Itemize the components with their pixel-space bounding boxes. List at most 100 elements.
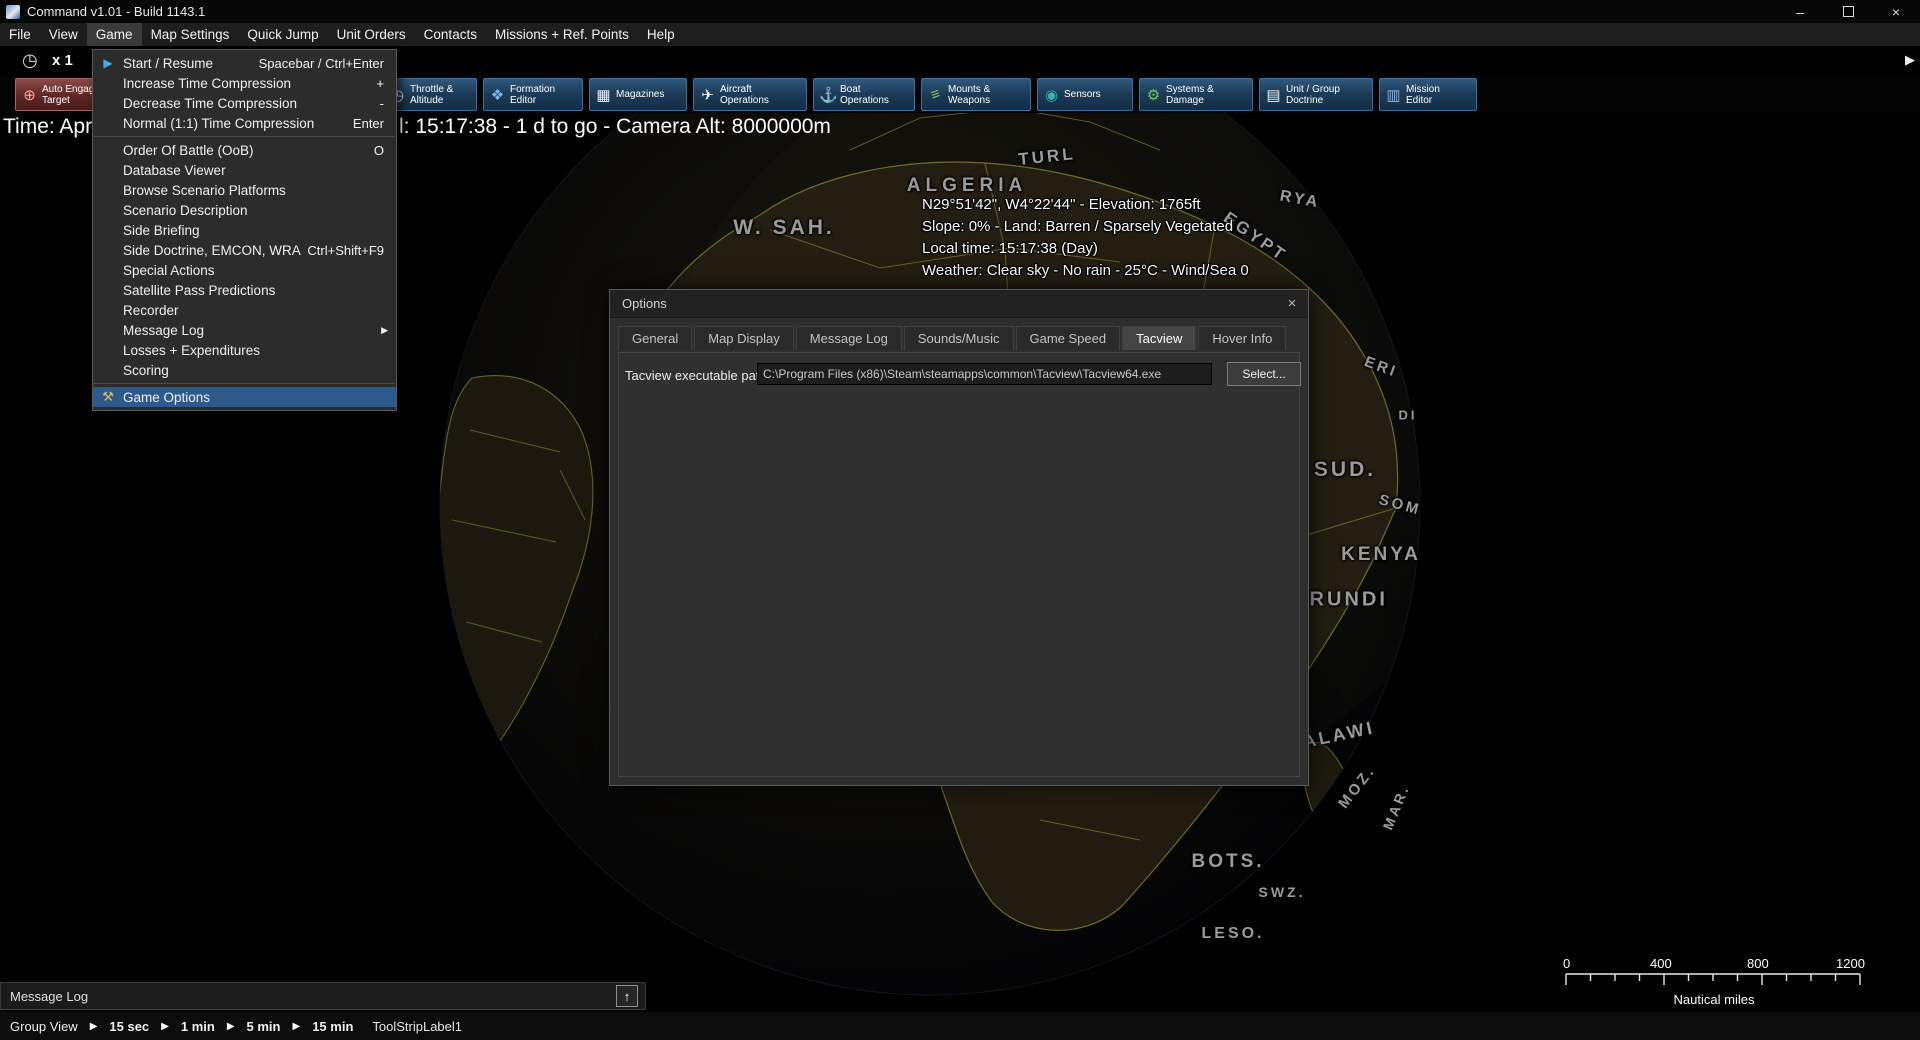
menu-item-label: Message Log	[123, 323, 381, 338]
menu-item-label: Scenario Description	[123, 203, 396, 218]
toolbar-button-throttle-altitude[interactable]: ◷ Throttle &Altitude	[383, 78, 477, 111]
menu-item-label: Increase Time Compression	[123, 76, 376, 91]
tab-tacview[interactable]: Tacview	[1122, 326, 1196, 350]
tacview-path-label: Tacview executable path:	[625, 368, 770, 383]
tab-message-log[interactable]: Message Log	[796, 326, 902, 350]
menu-item-increase-time-compression[interactable]: Increase Time Compression +	[93, 73, 396, 93]
title-bar: Command v1.01 - Build 1143.1 – ×	[0, 0, 1920, 23]
minimize-button[interactable]: –	[1776, 0, 1824, 23]
minimize-icon: –	[1796, 4, 1804, 20]
toolbar-button-systems-damage[interactable]: ⚙ Systems &Damage	[1139, 78, 1253, 111]
button-label: Aircraft	[720, 84, 769, 95]
menu-item-message-log[interactable]: Message Log ▶	[93, 320, 396, 340]
menu-item-scoring[interactable]: Scoring	[93, 360, 396, 380]
select-path-button[interactable]: Select...	[1227, 362, 1301, 386]
button-label: Operations	[720, 95, 769, 106]
options-dialog-close-button[interactable]: ×	[1276, 295, 1308, 312]
tool-strip-label: ToolStripLabel1	[372, 1019, 462, 1034]
menu-game[interactable]: Game	[87, 23, 142, 46]
menu-contacts[interactable]: Contacts	[415, 23, 486, 46]
tools-icon: ⚒	[93, 389, 123, 405]
scale-tick-label: 800	[1747, 956, 1769, 971]
menu-item-order-of-battle[interactable]: Order Of Battle (OoB) O	[93, 140, 396, 160]
options-dialog: Options × General Map Display Message Lo…	[609, 289, 1309, 786]
preset-15-min-button[interactable]: 15 min	[312, 1019, 353, 1034]
toolbar-button-boat-operations[interactable]: ⚓ BoatOperations	[813, 78, 915, 111]
close-button[interactable]: ×	[1872, 0, 1920, 23]
menu-item-shortcut: Ctrl+Shift+F9	[307, 243, 396, 258]
button-label: Altitude	[410, 95, 453, 106]
button-label: Editor	[510, 95, 555, 106]
panel-collapse-icon[interactable]: ▶	[1905, 52, 1915, 68]
button-label: Sensors	[1064, 89, 1101, 100]
tab-hover-info[interactable]: Hover Info	[1198, 326, 1286, 350]
options-dialog-titlebar[interactable]: Options ×	[610, 290, 1308, 318]
clock-icon[interactable]: ◷	[22, 50, 38, 71]
sensors-icon: ◉	[1043, 86, 1060, 104]
group-view-button[interactable]: Group View	[10, 1019, 78, 1034]
menu-item-normal-time-compression[interactable]: Normal (1:1) Time Compression Enter	[93, 113, 396, 133]
tab-general[interactable]: General	[618, 326, 692, 350]
bottom-toolstrip: Group View ▶ 15 sec ▶ 1 min ▶ 5 min ▶ 15…	[0, 1012, 1920, 1040]
menu-missions-ref-points[interactable]: Missions + Ref. Points	[486, 23, 638, 46]
maximize-button[interactable]	[1824, 0, 1872, 23]
toolbar-button-mounts-weapons[interactable]: ≡ Mounts &Weapons	[921, 78, 1031, 111]
scenario-time-text: Time: Apr	[3, 115, 92, 139]
map-info-weather: Weather: Clear sky - No rain - 25°C - Wi…	[922, 260, 1249, 282]
menu-item-side-briefing[interactable]: Side Briefing	[93, 220, 396, 240]
menu-quick-jump[interactable]: Quick Jump	[238, 23, 327, 46]
menu-item-satellite-pass-predictions[interactable]: Satellite Pass Predictions	[93, 280, 396, 300]
menu-item-decrease-time-compression[interactable]: Decrease Time Compression -	[93, 93, 396, 113]
menu-item-recorder[interactable]: Recorder	[93, 300, 396, 320]
menu-item-database-viewer[interactable]: Database Viewer	[93, 160, 396, 180]
menu-item-browse-scenario-platforms[interactable]: Browse Scenario Platforms	[93, 180, 396, 200]
menu-bar: File View Game Map Settings Quick Jump U…	[0, 23, 1920, 47]
menu-view[interactable]: View	[40, 23, 87, 46]
toolbar-button-formation-editor[interactable]: ❖ FormationEditor	[483, 78, 583, 111]
menu-file[interactable]: File	[0, 23, 40, 46]
scale-tick-label: 0	[1563, 956, 1570, 971]
button-label: Formation	[510, 84, 555, 95]
map-label: KENYA	[1341, 544, 1421, 566]
map-label: W. SAH.	[733, 216, 835, 240]
close-icon: ×	[1288, 295, 1297, 312]
menu-item-game-options[interactable]: ⚒ Game Options	[93, 387, 396, 407]
toolbar-button-sensors[interactable]: ◉ Sensors	[1037, 78, 1133, 111]
tacview-path-input[interactable]	[757, 363, 1212, 385]
toolbar-button-unit-group-doctrine[interactable]: ▤ Unit / GroupDoctrine	[1259, 78, 1373, 111]
preset-5-min-button[interactable]: 5 min	[247, 1019, 281, 1034]
toolbar-button-aircraft-operations[interactable]: ✈ AircraftOperations	[693, 78, 807, 111]
message-log-expand-button[interactable]: ↑	[616, 985, 638, 1007]
mission-editor-icon: ▥	[1385, 86, 1402, 104]
boat-icon: ⚓	[819, 86, 836, 104]
preset-1-min-button[interactable]: 1 min	[181, 1019, 215, 1034]
tab-game-speed[interactable]: Game Speed	[1016, 326, 1121, 350]
triangle-icon: ▶	[227, 1021, 235, 1032]
menu-unit-orders[interactable]: Unit Orders	[328, 23, 415, 46]
button-label: Throttle &	[410, 84, 453, 95]
toolbar-button-mission-editor[interactable]: ▥ MissionEditor	[1379, 78, 1477, 111]
button-label: Magazines	[616, 89, 664, 100]
map-label: LESO.	[1201, 925, 1264, 943]
options-dialog-title: Options	[610, 296, 667, 311]
tab-map-display[interactable]: Map Display	[694, 326, 794, 350]
menu-separator	[94, 136, 395, 137]
preset-15-sec-button[interactable]: 15 sec	[109, 1019, 149, 1034]
menu-item-losses-expenditures[interactable]: Losses + Expenditures	[93, 340, 396, 360]
menu-item-scenario-description[interactable]: Scenario Description	[93, 200, 396, 220]
tab-sounds-music[interactable]: Sounds/Music	[904, 326, 1014, 350]
app-icon	[6, 5, 20, 19]
menu-help[interactable]: Help	[638, 23, 684, 46]
menu-map-settings[interactable]: Map Settings	[142, 23, 239, 46]
menu-item-side-doctrine-emcon-wra[interactable]: Side Doctrine, EMCON, WRA Ctrl+Shift+F9	[93, 240, 396, 260]
toolbar-button-magazines[interactable]: ▦ Magazines	[589, 78, 687, 111]
app-window: TURL ALGERIA W. SAH. RYA EGYPT ERI DI SU…	[0, 0, 1920, 1040]
menu-item-special-actions[interactable]: Special Actions	[93, 260, 396, 280]
menu-item-label: Scoring	[123, 363, 396, 378]
menu-item-label: Satellite Pass Predictions	[123, 283, 396, 298]
button-label: Editor	[1406, 95, 1440, 106]
toolbar-button-group: ◷ Throttle &Altitude ❖ FormationEditor ▦…	[383, 78, 1477, 111]
game-menu-popup: ▶ Start / Resume Spacebar / Ctrl+Enter I…	[92, 49, 397, 411]
menu-item-start-resume[interactable]: ▶ Start / Resume Spacebar / Ctrl+Enter	[93, 53, 396, 73]
message-log-bar: Message Log ↑	[0, 982, 646, 1010]
